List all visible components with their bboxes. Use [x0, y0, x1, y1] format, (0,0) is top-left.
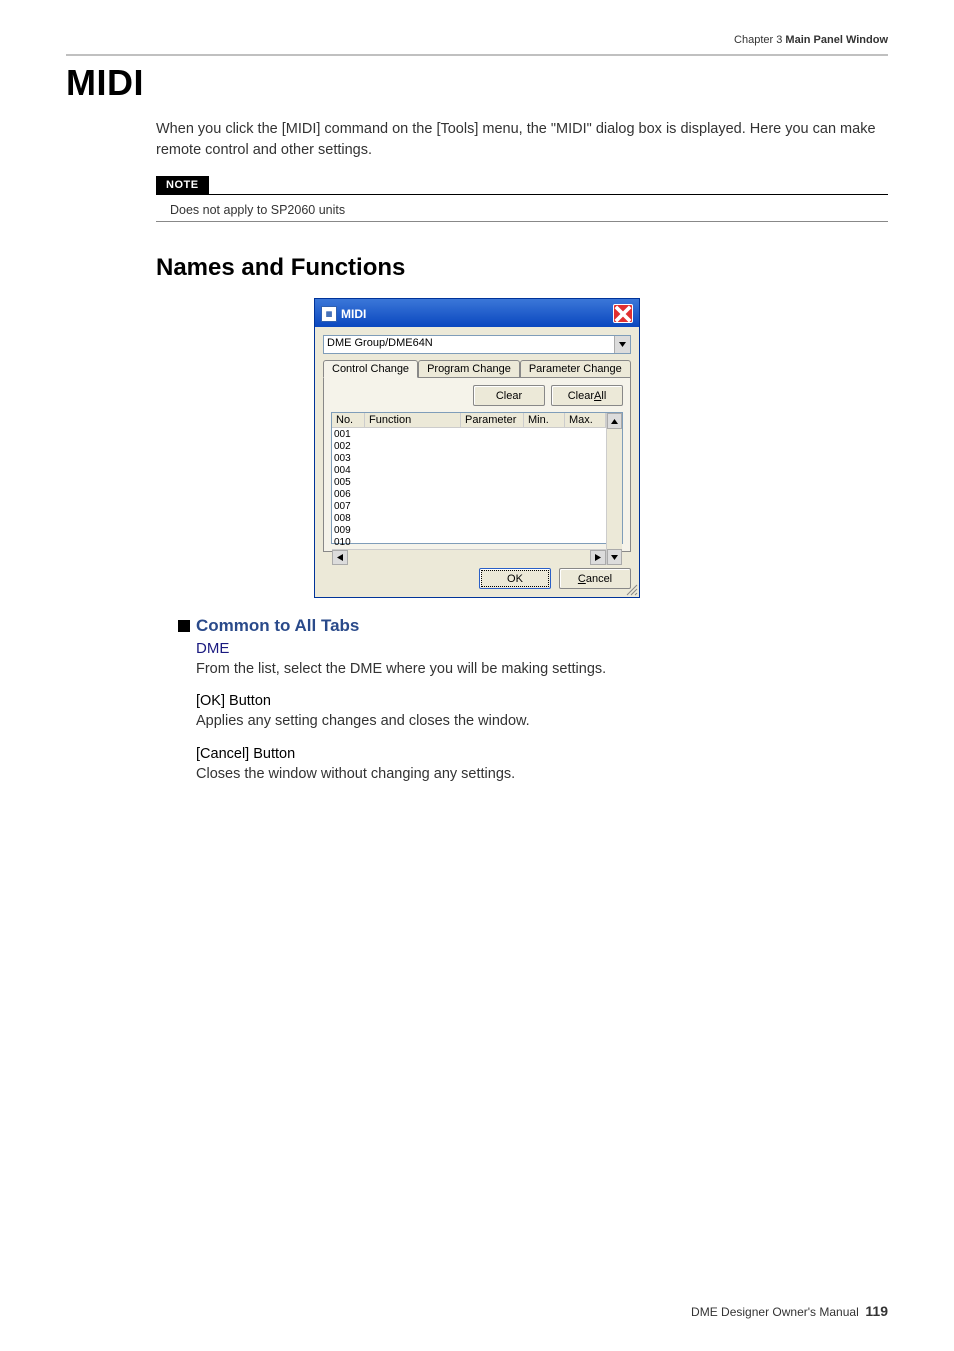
tab-parameter-change[interactable]: Parameter Change — [520, 360, 631, 377]
table-row[interactable]: 009 — [334, 525, 606, 537]
page-number: 119 — [865, 1303, 888, 1319]
note-label: NOTE — [156, 176, 209, 194]
tabs-row: Control Change Program Change Parameter … — [323, 360, 631, 377]
dme-select-value: DME Group/DME64N — [324, 336, 614, 353]
table-row[interactable]: 006 — [334, 489, 606, 501]
clear-all-button[interactable]: Clear All — [551, 385, 623, 406]
dialog-titlebar[interactable]: ▦ MIDI — [315, 299, 639, 327]
note-rule-bottom — [156, 221, 888, 222]
close-icon[interactable] — [613, 304, 633, 323]
item-desc-ok: Applies any setting changes and closes t… — [196, 711, 888, 731]
note-text: Does not apply to SP2060 units — [156, 195, 888, 221]
section-heading: Names and Functions — [156, 254, 888, 282]
intro-paragraph: When you click the [MIDI] command on the… — [156, 119, 888, 161]
page-title: MIDI — [66, 62, 888, 104]
listview-rows[interactable]: 001 002 003 004 005 006 007 008 009 — [332, 428, 606, 549]
table-row[interactable]: 007 — [334, 501, 606, 513]
col-min[interactable]: Min. — [524, 413, 565, 427]
table-row[interactable]: 002 — [334, 441, 606, 453]
table-row[interactable]: 001 — [334, 429, 606, 441]
col-parameter[interactable]: Parameter — [461, 413, 524, 427]
table-row[interactable]: 005 — [334, 477, 606, 489]
subsection-heading-common: Common to All Tabs — [178, 616, 888, 636]
tab-program-change[interactable]: Program Change — [418, 360, 520, 377]
midi-dialog: ▦ MIDI DME Group/DME64N Control Change P… — [314, 298, 640, 598]
listview-header: No. Function Parameter Min. Max. — [332, 413, 606, 428]
chapter-number: Chapter 3 — [734, 34, 782, 46]
square-bullet-icon — [178, 620, 190, 632]
chapter-title: Main Panel Window — [785, 34, 888, 46]
tab-content: Clear Clear All No. Function Parameter — [323, 377, 631, 552]
col-function[interactable]: Function — [365, 413, 461, 427]
ok-button[interactable]: OK — [479, 568, 551, 589]
listview[interactable]: No. Function Parameter Min. Max. 001 — [331, 412, 623, 544]
col-max[interactable]: Max. — [565, 413, 606, 427]
footer-text: DME Designer Owner's Manual — [691, 1305, 859, 1319]
dme-select[interactable]: DME Group/DME64N — [323, 335, 631, 354]
clear-button[interactable]: Clear — [473, 385, 545, 406]
table-row[interactable]: 003 — [334, 453, 606, 465]
item-heading-ok: [OK] Button — [196, 693, 888, 709]
col-no[interactable]: No. — [332, 413, 365, 427]
chapter-header: Chapter 3 Main Panel Window — [66, 34, 888, 46]
app-icon: ▦ — [321, 306, 337, 322]
chevron-down-icon[interactable] — [614, 336, 630, 353]
cancel-button[interactable]: Cancel — [559, 568, 631, 589]
scroll-up-icon[interactable] — [607, 413, 622, 429]
dialog-title-text: MIDI — [341, 307, 366, 321]
page-footer: DME Designer Owner's Manual 119 — [691, 1303, 888, 1351]
note-block: NOTE Does not apply to SP2060 units — [156, 175, 888, 222]
header-rule — [66, 54, 888, 56]
item-desc-dme: From the list, select the DME where you … — [196, 659, 888, 679]
item-heading-cancel: [Cancel] Button — [196, 746, 888, 762]
scrollbar-vertical[interactable] — [606, 413, 622, 565]
table-row[interactable]: 010 — [334, 537, 606, 549]
table-row[interactable]: 004 — [334, 465, 606, 477]
item-heading-dme: DME — [196, 640, 888, 657]
resize-grip-icon[interactable] — [626, 584, 638, 596]
item-desc-cancel: Closes the window without changing any s… — [196, 764, 888, 784]
dialog-screenshot-container: ▦ MIDI DME Group/DME64N Control Change P… — [66, 298, 888, 598]
table-row[interactable]: 008 — [334, 513, 606, 525]
tab-control-change[interactable]: Control Change — [323, 360, 418, 378]
